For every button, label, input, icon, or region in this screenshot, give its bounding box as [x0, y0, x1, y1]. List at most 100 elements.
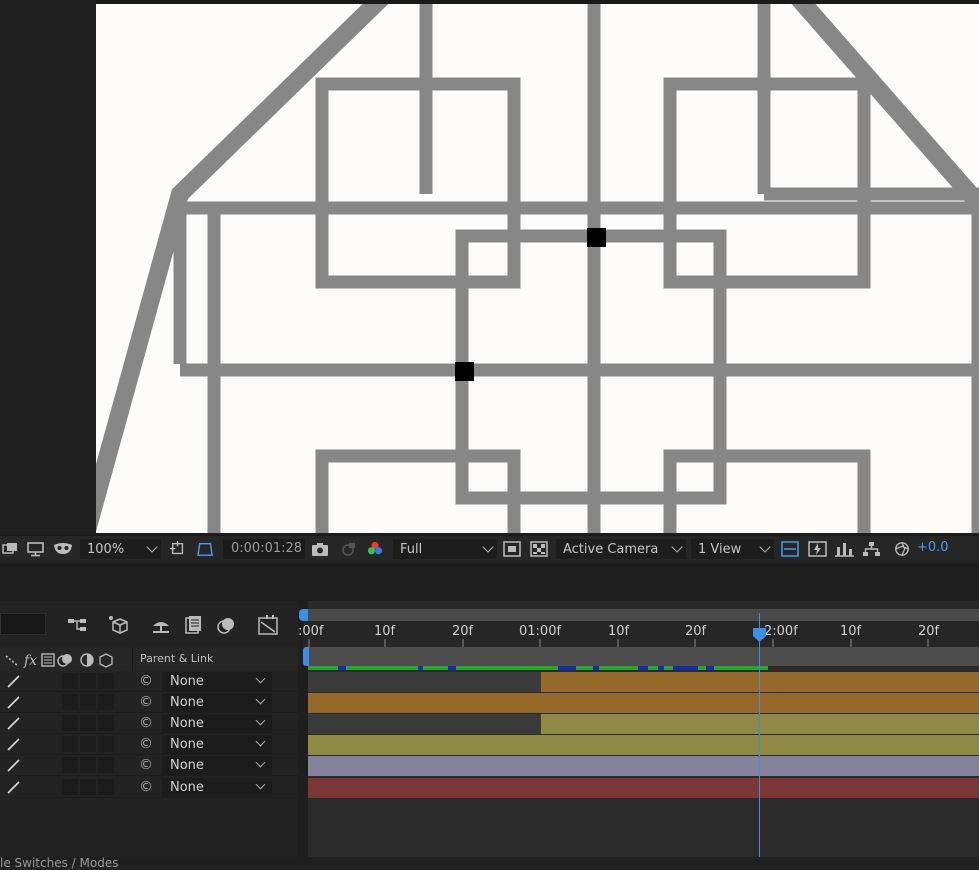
pick-whip-icon[interactable]: © — [139, 736, 153, 752]
flowchart-icon[interactable] — [862, 541, 881, 557]
timeline-graph-icon[interactable] — [835, 541, 854, 557]
snapshot-camera-icon[interactable] — [311, 541, 329, 557]
composition-canvas[interactable] — [96, 4, 979, 533]
monitor-icon[interactable] — [27, 541, 44, 557]
pick-whip-icon[interactable]: © — [139, 694, 153, 710]
switch-cell[interactable] — [62, 757, 78, 773]
fast-preview-lightning-icon[interactable] — [808, 541, 827, 557]
ruler-tick-label: :00f — [298, 624, 324, 639]
column-divider — [132, 647, 133, 671]
switch-cell[interactable] — [62, 694, 78, 710]
switch-cell[interactable] — [98, 715, 114, 731]
layer-column-header: fx Parent & Link — [0, 647, 298, 672]
transparency-grid-icon[interactable] — [196, 541, 215, 557]
parent-dropdown[interactable]: None — [162, 778, 272, 797]
parent-dropdown[interactable]: None — [162, 672, 272, 691]
layer-bar[interactable] — [541, 672, 979, 692]
switch-cell[interactable] — [62, 673, 78, 689]
switch-cell[interactable] — [80, 779, 96, 795]
position-keyframe-handle[interactable] — [455, 362, 474, 381]
toggle-transparency-grid-icon[interactable] — [530, 541, 548, 557]
switch-cell[interactable] — [98, 673, 114, 689]
switch-cell[interactable] — [80, 673, 96, 689]
layer-bar[interactable] — [308, 735, 979, 755]
layer-search-input[interactable] — [0, 613, 46, 635]
current-time-indicator-line[interactable] — [759, 613, 760, 857]
switch-cell[interactable] — [80, 757, 96, 773]
layer-bar[interactable] — [308, 756, 979, 776]
pick-whip-icon[interactable]: © — [139, 779, 153, 795]
shape-layer-pen-icon — [7, 696, 20, 709]
layer-row[interactable]: © None — [0, 692, 298, 713]
switch-cell[interactable] — [98, 694, 114, 710]
position-keyframe-handle[interactable] — [587, 228, 606, 247]
switch-cell[interactable] — [80, 694, 96, 710]
composition-mini-flowchart-icon[interactable] — [66, 614, 88, 636]
ruler-ticks — [308, 639, 929, 647]
show-snapshot-icon[interactable] — [339, 541, 357, 557]
switch-cell[interactable] — [80, 715, 96, 731]
ruler-tick-label: 2:00f — [764, 624, 798, 639]
switch-column-icons: fx — [5, 653, 113, 668]
shape-layer-pen-icon — [7, 781, 20, 794]
layer-row[interactable]: © None — [0, 755, 298, 776]
parent-dropdown[interactable]: None — [162, 735, 272, 754]
camera-view-dropdown[interactable]: Active Camera — [556, 539, 686, 559]
layer-bar[interactable] — [308, 778, 979, 798]
switch-cell[interactable] — [80, 736, 96, 752]
parent-value: None — [170, 737, 204, 752]
layer-bar-empty — [308, 714, 541, 734]
switch-cell[interactable] — [98, 779, 114, 795]
always-preview-icon[interactable] — [2, 541, 18, 557]
layer-row[interactable]: © None — [0, 777, 298, 798]
toggle-pixel-aspect-icon[interactable] — [780, 541, 800, 557]
current-time-display[interactable]: 0:00:01:28 — [223, 539, 305, 559]
layer-bar[interactable] — [541, 714, 979, 734]
shy-layers-icon[interactable] — [150, 614, 172, 636]
parent-dropdown[interactable]: None — [162, 756, 272, 775]
parent-value: None — [170, 674, 204, 689]
switch-cell[interactable] — [62, 779, 78, 795]
exposure-value[interactable]: +0.0 — [917, 540, 949, 555]
toggle-switches-modes-button[interactable]: le Switches / Modes — [0, 856, 118, 870]
layer-bar[interactable] — [308, 693, 979, 713]
frame-blending-icon[interactable] — [182, 614, 204, 636]
switch-cell[interactable] — [98, 736, 114, 752]
pick-whip-icon[interactable]: © — [139, 715, 153, 731]
graph-editor-icon[interactable] — [257, 614, 279, 636]
view-layout-dropdown[interactable]: 1 View — [691, 539, 774, 559]
draft-3d-icon[interactable] — [107, 614, 129, 636]
chevron-down-icon — [255, 779, 266, 790]
parent-dropdown[interactable]: None — [162, 693, 272, 712]
rgb-channel-icon[interactable] — [366, 541, 384, 557]
region-of-interest-icon[interactable] — [169, 541, 187, 557]
switch-cell[interactable] — [62, 736, 78, 752]
switch-cell[interactable] — [98, 757, 114, 773]
switch-cell[interactable] — [62, 715, 78, 731]
pick-whip-icon[interactable]: © — [139, 673, 153, 689]
parent-value: None — [170, 695, 204, 710]
pick-whip-icon[interactable]: © — [139, 757, 153, 773]
mask-visibility-icon[interactable] — [53, 541, 73, 557]
svg-text:fx: fx — [23, 653, 37, 668]
panel-separator — [0, 563, 979, 601]
playhead-icon[interactable] — [752, 627, 767, 643]
chevron-down-icon — [759, 541, 771, 553]
fast-previews-icon[interactable] — [503, 541, 521, 557]
work-area-start-handle[interactable] — [299, 609, 308, 621]
chevron-down-icon — [146, 541, 158, 553]
resolution-dropdown[interactable]: Full — [393, 539, 497, 559]
layer-row[interactable]: © None — [0, 671, 298, 692]
parent-dropdown[interactable]: None — [162, 714, 272, 733]
work-area-bar[interactable] — [303, 609, 979, 621]
reset-exposure-icon[interactable] — [893, 541, 911, 557]
zoom-dropdown[interactable]: 100% — [80, 539, 161, 559]
resolution-value: Full — [400, 542, 423, 557]
layer-row[interactable]: © None — [0, 734, 298, 755]
zoom-value: 100% — [87, 542, 125, 557]
shape-layer-pen-icon — [7, 759, 20, 772]
layer-row[interactable]: © None — [0, 713, 298, 734]
ruler-tick-label: 20f — [685, 624, 707, 639]
in-point-marker[interactable] — [303, 647, 309, 666]
motion-blur-icon[interactable] — [215, 614, 237, 636]
